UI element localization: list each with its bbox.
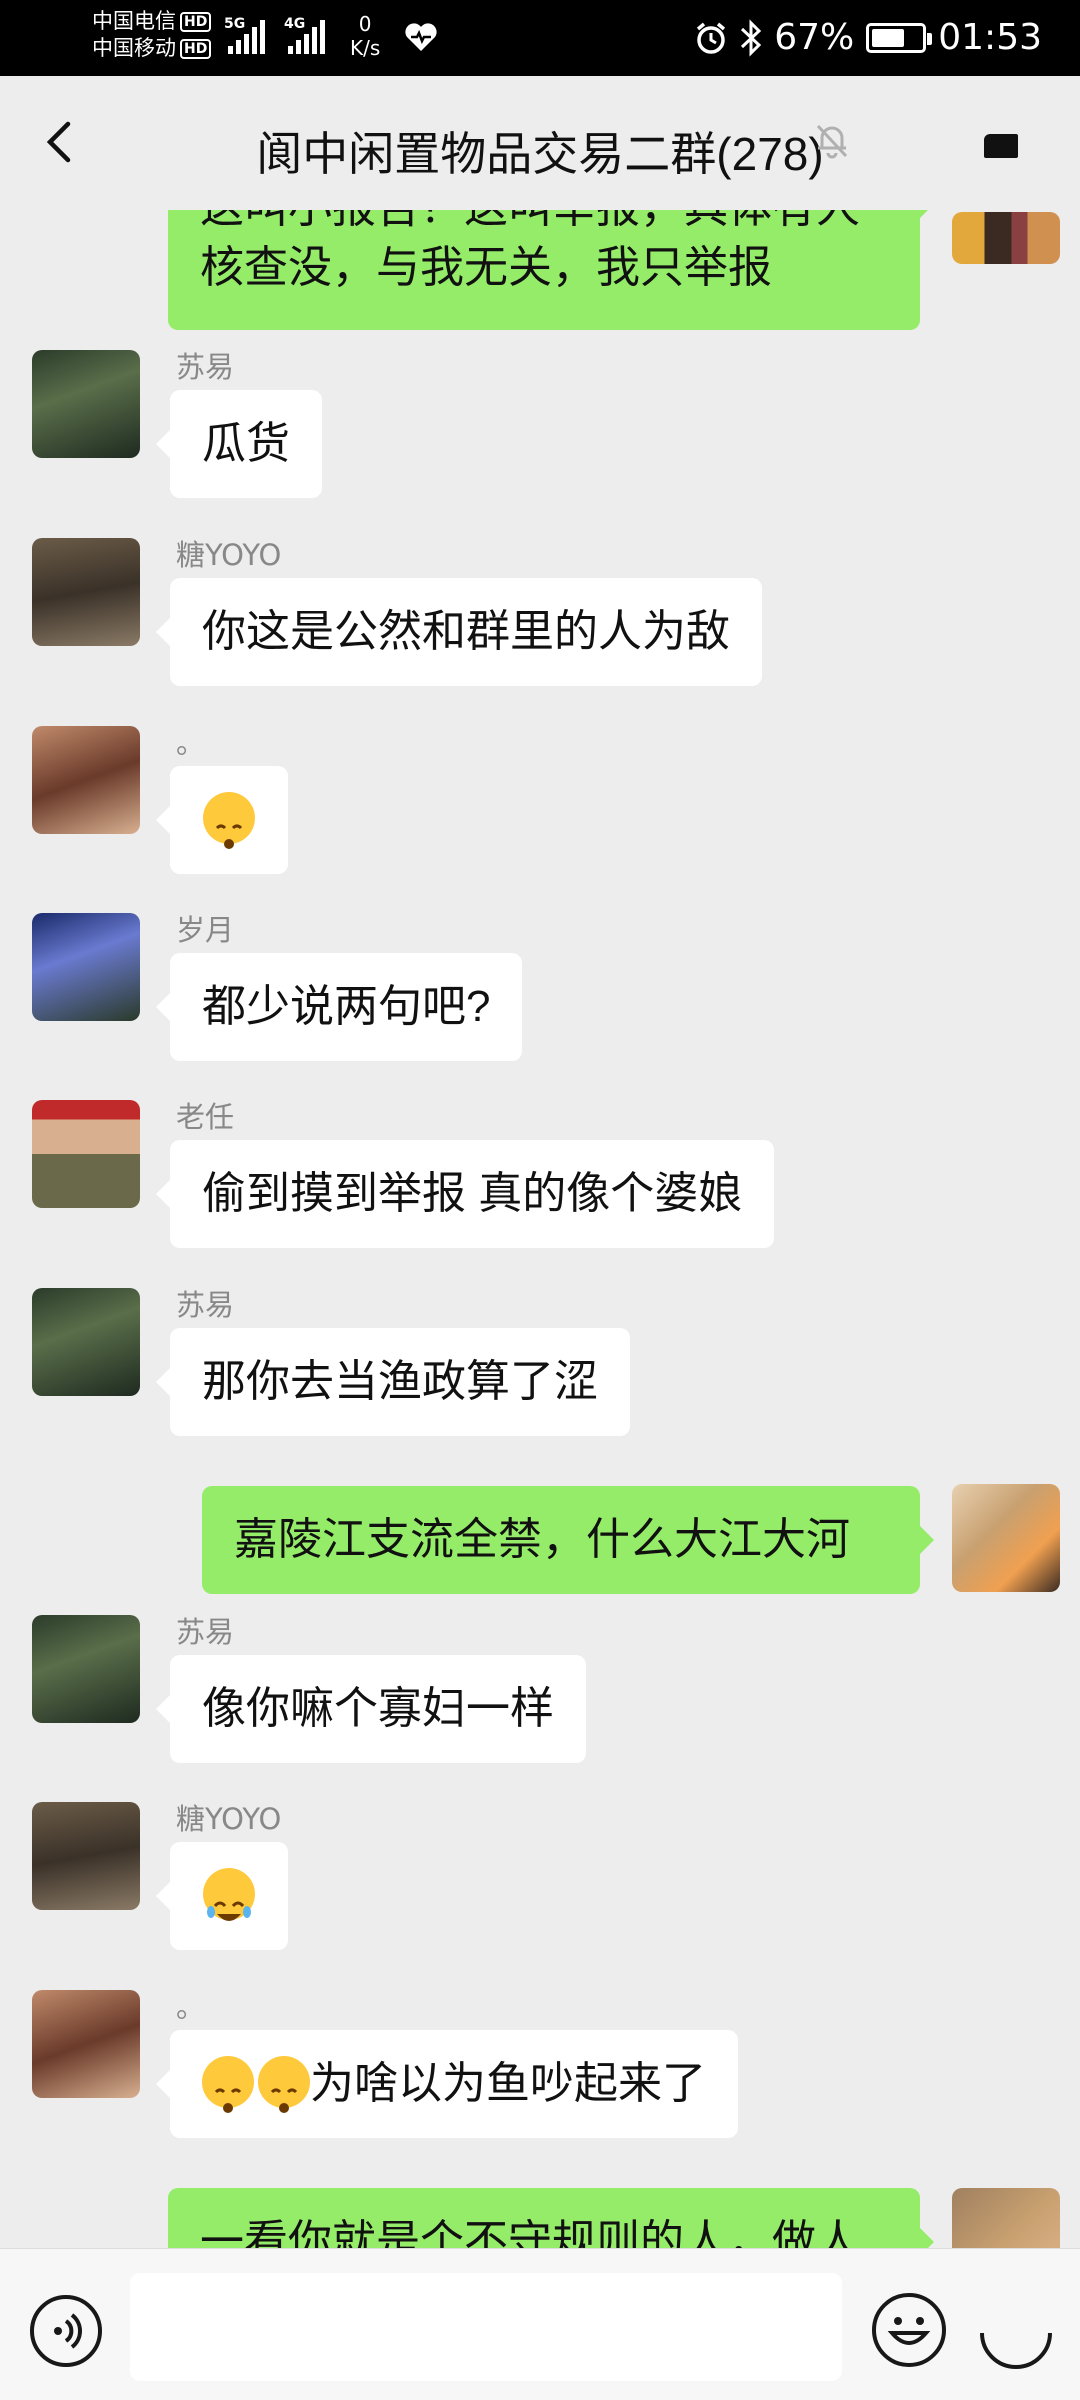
message-bubble[interactable]: 嘉陵江支流全禁，什么大江大河 [202,1486,934,1594]
hd-badge-2: HD [180,39,212,59]
bell-off-icon [816,124,848,159]
sender-name: 。 [176,1990,206,2024]
message-input[interactable] [130,2273,842,2381]
chat-title: 阆中闲置物品交易二群(278) [256,128,824,180]
avatar-laoren[interactable] [32,1100,140,1208]
emoji-icon [887,2317,931,2345]
kiss-emoji-icon [202,2056,254,2114]
sender-name: 苏易 [176,1615,235,1649]
message-line: 这叫小报告？这叫举报，具体有人 [200,210,888,238]
chat-header: 阆中闲置物品交易二群(278) [0,76,1080,210]
kiss-emoji-icon [258,2056,310,2114]
message-bubble[interactable]: 偷到摸到举报 真的像个婆娘 [155,1140,775,1248]
battery-percent: 67% [774,17,855,58]
avatar-suyi[interactable] [32,350,140,458]
carrier-info: 中国电信 HD 中国移动 HD [92,8,212,62]
avatar-tangyoyo[interactable] [32,1802,140,1910]
message-bubble[interactable]: 一看你就是个不守规则的人，做人 [168,2188,934,2248]
speed-value: 0 [358,12,372,36]
message-bubble[interactable]: 你这是公然和群里的人为敌 [156,578,762,686]
sender-name: 苏易 [176,350,235,384]
plus-button[interactable] [976,2293,1056,2373]
kiss-emoji-icon [203,792,255,850]
health-icon [404,22,438,56]
message-bubble[interactable]: 这叫小报告？这叫举报，具体有人 核查没，与我无关，我只举报 [168,210,934,330]
sender-name: 老任 [176,1100,235,1134]
sender-name: 苏易 [176,1288,235,1322]
avatar-suyi[interactable] [32,1615,140,1723]
avatar-self[interactable] [952,2188,1060,2248]
sender-name: 糖YOYO [176,538,282,572]
message-text: 为啥以为鱼吵起来了 [310,2059,706,2108]
avatar-suyi[interactable] [32,1288,140,1396]
hd-badge-1: HD [180,12,212,32]
sender-name: 糖YOYO [176,1802,282,1836]
message-bubble[interactable]: 像你嘛个寡妇一样 [156,1655,586,1763]
avatar-dot[interactable] [32,726,140,834]
input-bar [0,2248,1080,2400]
alarm-icon [697,22,726,54]
voice-icon [54,2313,82,2349]
avatar-tangyoyo[interactable] [32,538,140,646]
message-bubble[interactable] [156,766,288,874]
status-right: 67% 01:53 [694,14,1042,62]
network-speed: 0 K/s [350,12,380,60]
clock: 01:53 [938,17,1042,58]
avatar-suiyue[interactable] [32,913,140,1021]
message-bubble[interactable]: 为啥以为鱼吵起来了 [156,2030,738,2138]
carrier-1: 中国电信 [92,9,176,33]
sender-name: 岁月 [176,913,235,947]
signal-icon-2 [288,18,325,54]
status-bar: 中国电信 HD 中国移动 HD 5G 4G 0 K/s 67% 01:53 [0,0,1080,76]
battery-fill [872,29,905,47]
voice-button[interactable] [30,2295,102,2367]
avatar-self[interactable] [952,212,1060,264]
more-button[interactable] [984,134,1018,158]
message-bubble[interactable] [156,1842,288,1950]
bluetooth-icon [741,19,762,57]
avatar-self[interactable] [952,1484,1060,1592]
speed-unit: K/s [350,36,381,60]
message-bubble[interactable]: 那你去当渔政算了涩 [156,1328,630,1436]
message-bubble[interactable]: 瓜货 [156,390,322,498]
carrier-2: 中国移动 [92,36,176,60]
tears-of-joy-emoji-icon [203,1868,255,1922]
sender-name: 。 [176,726,206,760]
emoji-button[interactable] [872,2293,946,2367]
battery-icon [866,23,933,53]
message-bubble[interactable]: 都少说两句吧? [155,953,523,1061]
message-line: 核查没，与我无关，我只举报 [200,243,772,292]
signal-icon-1 [228,18,265,54]
message-list[interactable]: 这叫小报告？这叫举报，具体有人 核查没，与我无关，我只举报 苏易 瓜货 糖YOY… [0,210,1080,2248]
plus-icon [980,2332,1052,2369]
mute-indicator [812,120,852,164]
avatar-dot[interactable] [32,1990,140,2098]
